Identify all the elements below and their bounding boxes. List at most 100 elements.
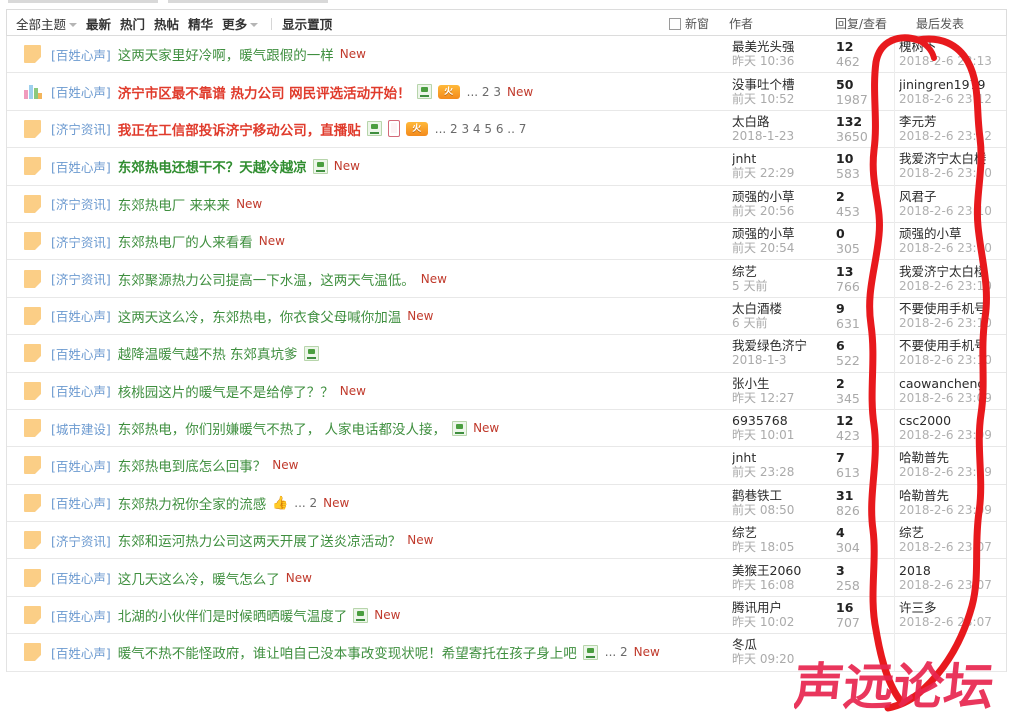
forum-category-tag[interactable]: [济宁资讯]: [51, 232, 111, 251]
last-post-author[interactable]: 不要使用手机号: [899, 338, 1006, 353]
thread-pagination[interactable]: ... 2 3 4 5 6 .. 7: [435, 122, 527, 136]
forum-category-tag[interactable]: [百姓心声]: [51, 456, 111, 475]
author-name[interactable]: 张小生: [732, 376, 832, 391]
forum-category-tag[interactable]: [百姓心声]: [51, 606, 111, 625]
author-name[interactable]: jnht: [732, 450, 832, 465]
filter-popular[interactable]: 热门: [120, 14, 145, 33]
table-row[interactable]: [百姓心声] 这两天这么冷，东郊热电，你衣食父母喊你加温 New 太白酒楼 6 天前 9 6…: [7, 297, 1006, 336]
thread-title-link[interactable]: 东郊热电到底怎么回事？: [118, 455, 267, 475]
author-name[interactable]: 6935768: [732, 413, 832, 428]
author-name[interactable]: 冬瓜: [732, 637, 832, 652]
table-row[interactable]: [城市建设] 东郊热电，你们别嫌暖气不热了， 人家电话都没人接， New 693576…: [7, 409, 1006, 448]
table-row[interactable]: [百姓心声] 东郊热电还想干不？天越冷越凉 New jnht 前天 22:29 10 583…: [7, 147, 1006, 186]
thread-title-link[interactable]: 东郊热电还想干不？天越冷越凉: [118, 156, 307, 176]
thread-title-link[interactable]: 这几天这么冷，暖气怎么了: [118, 568, 280, 588]
thread-pagination[interactable]: ... 2 3: [467, 85, 501, 99]
forum-category-tag[interactable]: [百姓心声]: [51, 157, 111, 176]
thread-title-link[interactable]: 东郊热电厂 来来来: [118, 194, 230, 214]
filter-more[interactable]: 更多: [222, 14, 259, 33]
table-row[interactable]: [百姓心声] 核桃园这片的暖气是不是给停了？？ New 张小生 昨天 12:27 2 345…: [7, 372, 1006, 410]
last-post-author[interactable]: 我爱济宁太白楼: [899, 151, 1006, 166]
table-row[interactable]: [济宁资讯] 东郊热电厂的人来看看 New 顽强的小草 前天 20:54 0 305 顽强的小…: [7, 222, 1006, 261]
last-post-author[interactable]: 槐树下: [899, 39, 1006, 54]
table-row[interactable]: [百姓心声]东郊热力祝你全家的流感... 2New鹳巷铁工前天 08:50318…: [7, 484, 1006, 523]
thread-title-link[interactable]: 这两天家里好冷啊，暖气跟假的一样: [118, 44, 334, 64]
table-row[interactable]: [济宁资讯] 我正在工信部投诉济宁移动公司，直播贴 火 ... 2 3 4 5 6 .…: [7, 110, 1006, 149]
table-row[interactable]: [百姓心声] 北湖的小伙伴们是时候晒晒暖气温度了 New 腾讯用户 昨天 10:02 16…: [7, 596, 1006, 635]
filter-all-topics[interactable]: 全部主题: [16, 14, 78, 33]
forum-category-tag[interactable]: [百姓心声]: [51, 493, 111, 512]
last-post-author[interactable]: 许三多: [899, 600, 1006, 615]
last-post-author[interactable]: 我爱济宁太白楼: [899, 264, 1006, 279]
last-post-cell: 不要使用手机号 2018-2-6 23:10: [894, 334, 1006, 373]
thread-title-link[interactable]: 东郊热电，你们别嫌暖气不热了， 人家电话都没人接，: [118, 418, 446, 438]
last-post-author[interactable]: 哈勒普先: [899, 450, 1006, 465]
thread-title-link[interactable]: 核桃园这片的暖气是不是给停了？？: [118, 381, 334, 401]
thread-title-link[interactable]: 这两天这么冷，东郊热电，你衣食父母喊你加温: [118, 306, 402, 326]
table-row[interactable]: [百姓心声] 越降温暖气越不热 东郊真坑爹 我爱绿色济宁 2018-1-3 6 522 不要…: [7, 334, 1006, 373]
thread-title-link[interactable]: 暖气不热不能怪政府，谁让咱自己没本事改变现状呢！希望寄托在孩子身上吧: [118, 642, 577, 662]
thread-title-link[interactable]: 越降温暖气越不热 东郊真坑爹: [118, 343, 298, 363]
author-name[interactable]: 太白酒楼: [732, 301, 832, 316]
thread-title-link[interactable]: 东郊和运河热力公司这两天开展了送炎凉活动？: [118, 530, 402, 550]
author-name[interactable]: 我爱绿色济宁: [732, 338, 832, 353]
forum-category-tag[interactable]: [百姓心声]: [51, 643, 111, 662]
filter-newest[interactable]: 最新: [86, 14, 111, 33]
author-name[interactable]: 最美光头强: [732, 39, 832, 54]
filter-hot-threads[interactable]: 热帖: [154, 14, 179, 33]
forum-category-tag[interactable]: [济宁资讯]: [51, 194, 111, 213]
forum-category-tag[interactable]: [百姓心声]: [51, 344, 111, 363]
author-name[interactable]: 顽强的小草: [732, 189, 832, 204]
author-name[interactable]: 顽强的小草: [732, 226, 832, 241]
author-name[interactable]: 综艺: [732, 264, 832, 279]
table-row[interactable]: [百姓心声] 暖气不热不能怪政府，谁让咱自己没本事改变现状呢！希望寄托在孩子身上吧…: [7, 633, 1006, 672]
new-window-checkbox[interactable]: [669, 17, 681, 30]
thread-title-link[interactable]: 北湖的小伙伴们是时候晒晒暖气温度了: [118, 605, 348, 625]
author-cell: 腾讯用户 昨天 10:02: [722, 600, 832, 630]
forum-category-tag[interactable]: [百姓心声]: [51, 306, 111, 325]
last-post-author[interactable]: 综艺: [899, 525, 1006, 540]
forum-category-tag[interactable]: [济宁资讯]: [51, 269, 111, 288]
forum-category-tag[interactable]: [济宁资讯]: [51, 531, 111, 550]
last-post-author[interactable]: 顽强的小草: [899, 226, 1006, 241]
show-sticky-link[interactable]: 显示置顶: [282, 14, 332, 33]
author-name[interactable]: 腾讯用户: [732, 600, 832, 615]
last-post-author[interactable]: 不要使用手机号: [899, 301, 1006, 316]
author-name[interactable]: 鹳巷铁工: [732, 488, 832, 503]
table-row[interactable]: [济宁资讯] 东郊热电厂 来来来 New 顽强的小草 前天 20:56 2 453 风君子 20…: [7, 185, 1006, 223]
table-row[interactable]: [济宁资讯] 东郊和运河热力公司这两天开展了送炎凉活动？ New 综艺 昨天 18:05…: [7, 521, 1006, 560]
author-name[interactable]: 综艺: [732, 525, 832, 540]
thread-title-link[interactable]: 济宁市区最不靠谱 热力公司 网民评选活动开始！: [118, 82, 411, 102]
last-post-author[interactable]: jiningren1979: [899, 77, 1006, 92]
forum-category-tag[interactable]: [济宁资讯]: [51, 119, 111, 138]
table-row[interactable]: [百姓心声] 这几天这么冷，暖气怎么了 New 美猴王2060 昨天 16:08 3 258…: [7, 558, 1006, 597]
last-post-author[interactable]: 2018: [899, 563, 1006, 578]
thread-title-link[interactable]: 我正在工信部投诉济宁移动公司，直播贴: [118, 119, 361, 139]
last-post-author[interactable]: 风君子: [899, 189, 1006, 204]
last-post-author[interactable]: 哈勒普先: [899, 488, 1006, 503]
thread-title-link[interactable]: 东郊聚源热力公司提高一下水温，这两天气温低。: [118, 269, 415, 289]
author-name[interactable]: 美猴王2060: [732, 563, 832, 578]
forum-category-tag[interactable]: [百姓心声]: [51, 45, 111, 64]
thread-title-link[interactable]: 东郊热力祝你全家的流感: [118, 493, 267, 513]
author-name[interactable]: 没事吐个槽: [732, 77, 832, 92]
last-post-author[interactable]: 李元芳: [899, 114, 1006, 129]
last-post-author[interactable]: caowancheng: [899, 376, 1006, 391]
chevron-down-icon: [69, 23, 78, 27]
table-row[interactable]: [百姓心声] 这两天家里好冷啊，暖气跟假的一样 New 最美光头强 昨天 10:36 12…: [7, 35, 1006, 74]
author-name[interactable]: jnht: [732, 151, 832, 166]
table-row[interactable]: [百姓心声] 东郊热电到底怎么回事？ New jnht 前天 23:28 7 613 哈勒普先…: [7, 446, 1006, 485]
thread-title-link[interactable]: 东郊热电厂的人来看看: [118, 231, 253, 251]
forum-category-tag[interactable]: [百姓心声]: [51, 381, 111, 400]
new-window-checkbox-group[interactable]: 新窗: [669, 10, 709, 37]
thread-pagination[interactable]: ... 2: [294, 496, 317, 510]
table-row[interactable]: [百姓心声] 济宁市区最不靠谱 热力公司 网民评选活动开始！ 火 ... 2 3 New…: [7, 72, 1006, 111]
forum-category-tag[interactable]: [百姓心声]: [51, 568, 111, 587]
thread-pagination[interactable]: ... 2: [605, 645, 628, 659]
forum-category-tag[interactable]: [百姓心声]: [51, 82, 111, 101]
author-name[interactable]: 太白路: [732, 114, 832, 129]
last-post-author[interactable]: csc2000: [899, 413, 1006, 428]
filter-digest[interactable]: 精华: [188, 14, 213, 33]
forum-category-tag[interactable]: [城市建设]: [51, 419, 111, 438]
table-row[interactable]: [济宁资讯] 东郊聚源热力公司提高一下水温，这两天气温低。 New 综艺 5 天前 13 7…: [7, 259, 1006, 298]
